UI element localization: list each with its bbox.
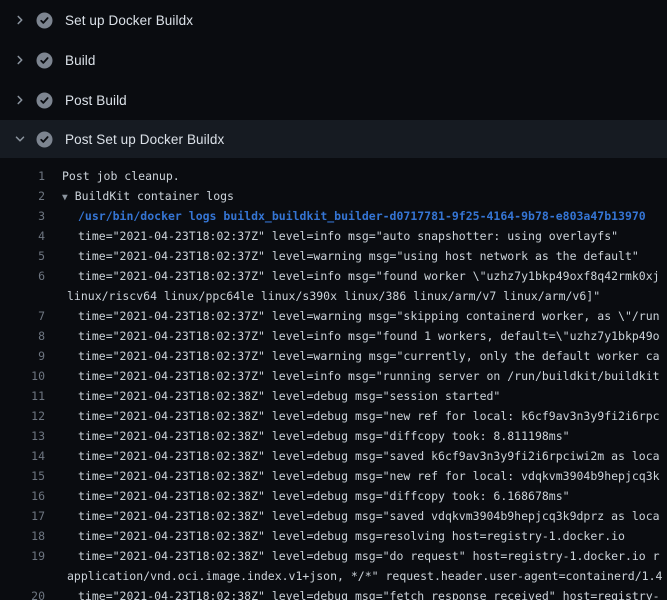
log-line: 7 time="2021-04-23T18:02:37Z" level=warn… [0,306,667,326]
log-line: 19 time="2021-04-23T18:02:38Z" level=deb… [0,546,667,566]
log-line: 2 ▼ BuildKit container logs [0,186,667,206]
log-line: 18 time="2021-04-23T18:02:38Z" level=deb… [0,526,667,546]
log-line-number [0,566,45,586]
log-line-number[interactable]: 4 [0,226,45,246]
step-row-build[interactable]: Build [0,40,667,80]
log-line: 3 /usr/bin/docker logs buildx_buildkit_b… [0,206,667,226]
log-area: 1 Post job cleanup. 2 ▼ BuildKit containe… [0,158,667,600]
log-line-text: linux/riscv64 linux/ppc64le linux/s390x … [45,286,600,306]
chevron-down-icon[interactable] [12,131,28,147]
log-line: 17 time="2021-04-23T18:02:38Z" level=deb… [0,506,667,526]
group-title: BuildKit container logs [75,189,234,203]
log-line-number[interactable]: 12 [0,406,45,426]
log-line-text: time="2021-04-23T18:02:37Z" level=info m… [45,366,660,386]
chevron-right-icon[interactable] [12,92,28,108]
log-line: 1 Post job cleanup. [0,166,667,186]
log-line-text: time="2021-04-23T18:02:38Z" level=debug … [45,486,570,506]
log-line-number [0,286,45,306]
log-line: 15 time="2021-04-23T18:02:38Z" level=deb… [0,466,667,486]
step-row-setup-docker-buildx[interactable]: Set up Docker Buildx [0,0,667,40]
log-line-text: time="2021-04-23T18:02:38Z" level=debug … [45,446,660,466]
check-circle-icon [36,131,53,148]
log-line: 12 time="2021-04-23T18:02:38Z" level=deb… [0,406,667,426]
log-line: 11 time="2021-04-23T18:02:38Z" level=deb… [0,386,667,406]
log-line: linux/riscv64 linux/ppc64le linux/s390x … [0,286,667,306]
log-line: 5 time="2021-04-23T18:02:37Z" level=warn… [0,246,667,266]
log-line-number[interactable]: 3 [0,206,45,226]
log-line-text: time="2021-04-23T18:02:38Z" level=debug … [45,386,500,406]
log-line-number[interactable]: 8 [0,326,45,346]
log-line: 4 time="2021-04-23T18:02:37Z" level=info… [0,226,667,246]
check-circle-icon [36,92,53,109]
log-line-text: time="2021-04-23T18:02:38Z" level=debug … [45,506,660,526]
log-line-number[interactable]: 17 [0,506,45,526]
log-line: 9 time="2021-04-23T18:02:37Z" level=warn… [0,346,667,366]
step-label: Post Set up Docker Buildx [65,132,224,147]
log-line-text: time="2021-04-23T18:02:37Z" level=info m… [45,266,660,286]
log-line: 13 time="2021-04-23T18:02:38Z" level=deb… [0,426,667,446]
actions-log-viewer: Set up Docker Buildx Build Post Build [0,0,667,600]
group-collapse-icon[interactable]: ▼ [62,192,68,203]
log-line: 8 time="2021-04-23T18:02:37Z" level=info… [0,326,667,346]
log-line-number[interactable]: 20 [0,586,45,600]
log-line-number[interactable]: 7 [0,306,45,326]
log-line-text: time="2021-04-23T18:02:38Z" level=debug … [45,586,660,600]
check-circle-icon [36,52,53,69]
log-line-number[interactable]: 14 [0,446,45,466]
log-line-number[interactable]: 18 [0,526,45,546]
log-line-number[interactable]: 16 [0,486,45,506]
check-circle-icon [36,12,53,29]
step-row-post-build[interactable]: Post Build [0,80,667,120]
step-label: Post Build [65,93,127,108]
log-line-number[interactable]: 15 [0,466,45,486]
log-line-text: time="2021-04-23T18:02:37Z" level=warnin… [45,306,660,326]
log-line-text: time="2021-04-23T18:02:37Z" level=warnin… [45,246,639,266]
log-command-text: /usr/bin/docker logs buildx_buildkit_bui… [45,206,646,226]
log-line: 14 time="2021-04-23T18:02:38Z" level=deb… [0,446,667,466]
log-line-text: time="2021-04-23T18:02:37Z" level=info m… [45,226,618,246]
chevron-right-icon[interactable] [12,52,28,68]
log-line-text: time="2021-04-23T18:02:38Z" level=debug … [45,546,660,566]
log-line-text: time="2021-04-23T18:02:38Z" level=debug … [45,526,625,546]
step-row-post-setup-docker-buildx[interactable]: Post Set up Docker Buildx [0,120,667,158]
log-line: application/vnd.oci.image.index.v1+json,… [0,566,667,586]
chevron-right-icon[interactable] [12,12,28,28]
step-label: Set up Docker Buildx [65,13,193,28]
steps-list: Set up Docker Buildx Build Post Build [0,0,667,158]
step-label: Build [65,53,96,68]
log-line-number[interactable]: 5 [0,246,45,266]
log-line: 20 time="2021-04-23T18:02:38Z" level=deb… [0,586,667,600]
log-line-text: Post job cleanup. [45,166,180,186]
log-line-number[interactable]: 1 [0,166,45,186]
log-line-number[interactable]: 10 [0,366,45,386]
log-line-text: application/vnd.oci.image.index.v1+json,… [45,566,662,586]
log-line-number[interactable]: 13 [0,426,45,446]
log-line-number[interactable]: 2 [0,186,45,206]
log-line-text: time="2021-04-23T18:02:37Z" level=warnin… [45,346,660,366]
log-line-text: time="2021-04-23T18:02:38Z" level=debug … [45,406,660,426]
log-line-text: ▼ BuildKit container logs [45,186,234,206]
log-line: 6 time="2021-04-23T18:02:37Z" level=info… [0,266,667,286]
log-line-text: time="2021-04-23T18:02:38Z" level=debug … [45,426,570,446]
log-line-number[interactable]: 19 [0,546,45,566]
log-line: 10 time="2021-04-23T18:02:37Z" level=inf… [0,366,667,386]
log-line: 16 time="2021-04-23T18:02:38Z" level=deb… [0,486,667,506]
log-line-number[interactable]: 11 [0,386,45,406]
log-line-number[interactable]: 9 [0,346,45,366]
log-line-text: time="2021-04-23T18:02:37Z" level=info m… [45,326,660,346]
log-line-number[interactable]: 6 [0,266,45,286]
log-line-text: time="2021-04-23T18:02:38Z" level=debug … [45,466,660,486]
